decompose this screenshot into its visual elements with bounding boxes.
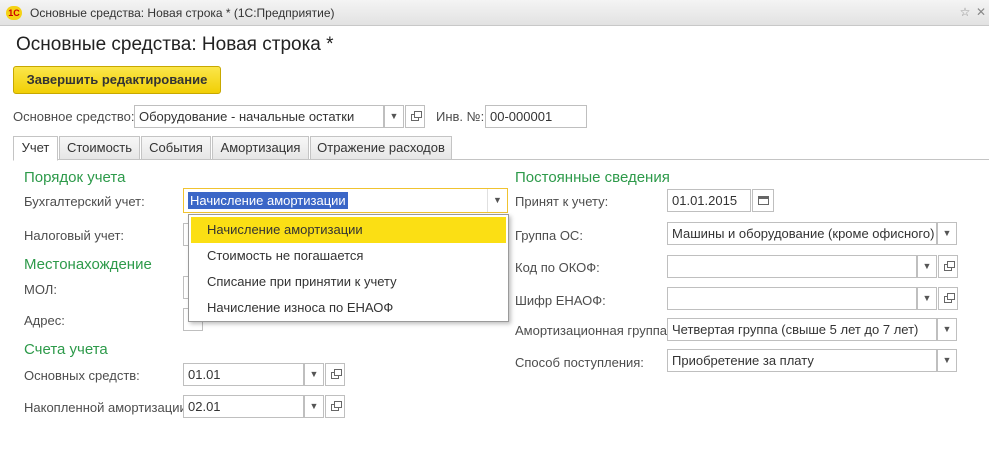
tax-label: Налоговый учет: [24, 228, 125, 243]
tab-amortizatsiya[interactable]: Амортизация [212, 136, 309, 160]
dropdown-option[interactable]: Стоимость не погашается [191, 243, 506, 269]
enaof-open-icon[interactable] [938, 287, 958, 310]
depreciation-dropdown-button[interactable]: ▼ [304, 395, 324, 418]
form-title: Основные средства: Новая строка * [16, 34, 334, 55]
close-icon[interactable]: ✕ [973, 4, 989, 20]
asset-dropdown-button[interactable]: ▼ [384, 105, 404, 128]
section-location: Местонахождение [24, 256, 152, 273]
amort-group-dropdown-button[interactable]: ▼ [937, 318, 957, 341]
inv-label: Инв. №: [436, 109, 485, 124]
enaof-label: Шифр ЕНАОФ: [515, 293, 606, 308]
enaof-dropdown-button[interactable]: ▼ [917, 287, 937, 310]
address-label: Адрес: [24, 313, 65, 328]
buh-accounting-value: Начисление амортизации [188, 192, 348, 209]
fixed-assets-account-field[interactable]: 01.01 [183, 363, 304, 386]
dropdown-option[interactable]: Начисление амортизации [191, 217, 506, 243]
tab-otrazhenie-raskhodov[interactable]: Отражение расходов [310, 136, 452, 160]
finish-editing-button[interactable]: Завершить редактирование [13, 66, 221, 94]
okof-label: Код по ОКОФ: [515, 260, 600, 275]
receipt-method-label: Способ поступления: [515, 355, 644, 370]
okof-field[interactable] [667, 255, 917, 278]
fixed-assets-open-icon[interactable] [325, 363, 345, 386]
mol-label: МОЛ: [24, 282, 57, 297]
asset-field[interactable]: Оборудование - начальные остатки [134, 105, 384, 128]
asset-label: Основное средство: [13, 109, 135, 124]
enaof-field[interactable] [667, 287, 917, 310]
buh-label: Бухгалтерский учет: [24, 194, 145, 209]
os-group-label: Группа ОС: [515, 228, 583, 243]
depreciation-open-icon[interactable] [325, 395, 345, 418]
receipt-method-field[interactable]: Приобретение за плату [667, 349, 937, 372]
tab-uchet[interactable]: Учет [13, 136, 58, 161]
fixed-assets-account-label: Основных средств: [24, 368, 140, 383]
calendar-button[interactable] [752, 189, 774, 212]
dropdown-option[interactable]: Списание при принятии к учету [191, 269, 506, 295]
depreciation-account-field[interactable]: 02.01 [183, 395, 304, 418]
amort-group-field[interactable]: Четвертая группа (свыше 5 лет до 7 лет) [667, 318, 937, 341]
app-logo-icon: 1С [6, 6, 22, 20]
calendar-icon [758, 196, 769, 205]
section-accounting-order: Порядок учета [24, 169, 126, 186]
dropdown-option[interactable]: Начисление износа по ЕНАОФ [191, 295, 506, 321]
inv-number-field[interactable]: 00-000001 [485, 105, 587, 128]
section-permanent-info: Постоянные сведения [515, 169, 670, 186]
window-titlebar: 1С Основные средства: Новая строка * (1С… [0, 0, 989, 26]
buh-accounting-combo[interactable]: Начисление амортизации ▼ [183, 188, 508, 213]
os-group-dropdown-button[interactable]: ▼ [937, 222, 957, 245]
section-accounts: Счета учета [24, 341, 108, 358]
okof-dropdown-button[interactable]: ▼ [917, 255, 937, 278]
os-group-field[interactable]: Машины и оборудование (кроме офисного) [667, 222, 937, 245]
tab-sobytiya[interactable]: События [141, 136, 211, 160]
buh-accounting-dropdown-list: Начисление амортизации Стоимость не пога… [188, 214, 509, 322]
accepted-date-field[interactable]: 01.01.2015 [667, 189, 751, 212]
amort-group-label: Амортизационная группа: [515, 323, 671, 338]
favorite-star-icon[interactable]: ☆ [957, 4, 973, 20]
asset-open-icon[interactable] [405, 105, 425, 128]
tab-stoimost[interactable]: Стоимость [59, 136, 140, 160]
accepted-date-label: Принят к учету: [515, 194, 609, 209]
depreciation-account-label: Накопленной амортизации: [24, 400, 191, 415]
fixed-assets-dropdown-button[interactable]: ▼ [304, 363, 324, 386]
okof-open-icon[interactable] [938, 255, 958, 278]
chevron-down-icon[interactable]: ▼ [487, 189, 507, 212]
receipt-method-dropdown-button[interactable]: ▼ [937, 349, 957, 372]
window-title: Основные средства: Новая строка * (1С:Пр… [30, 6, 335, 20]
